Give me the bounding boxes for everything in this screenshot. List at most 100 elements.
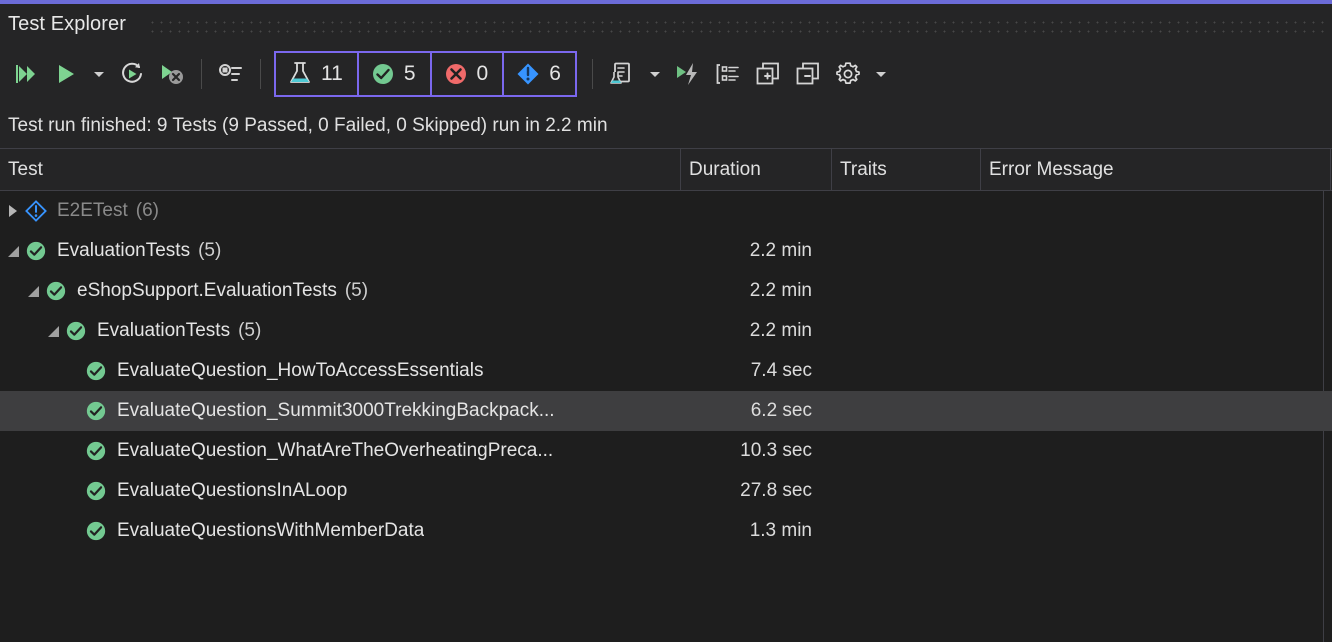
flask-icon [290, 62, 310, 83]
total-tests-counter[interactable]: 11 [276, 53, 359, 95]
test-run-status-text: Test run finished: 9 Tests (9 Passed, 0 … [8, 114, 608, 136]
table-row[interactable]: EvaluateQuestion_WhatAreTheOverheatingPr… [0, 431, 1332, 471]
cell-error-message [981, 351, 1332, 391]
expander-collapsed-icon[interactable] [2, 191, 24, 231]
column-header-duration[interactable]: Duration [681, 149, 832, 190]
run-all-icon [16, 65, 35, 83]
expander-expanded-icon[interactable] [2, 231, 24, 271]
expander-expanded-icon[interactable] [22, 271, 44, 311]
table-row[interactable]: EvaluateQuestion_Summit3000TrekkingBackp… [0, 391, 1332, 431]
passed-tests-value: 5 [403, 62, 416, 85]
cell-error-message [981, 431, 1332, 471]
check-circle-icon [66, 321, 86, 341]
info-diamond-icon [517, 63, 539, 85]
toolbar-separator-2 [260, 59, 261, 89]
table-row[interactable]: EvaluateQuestionsWithMemberData 1.3 min [0, 511, 1332, 551]
cell-duration: 2.2 min [749, 320, 812, 341]
cell-test: EvaluationTests (5) [0, 311, 681, 351]
failed-tests-counter[interactable]: 0 [431, 53, 505, 95]
cell-traits [832, 431, 981, 471]
table-row[interactable]: E2ETest (6) [0, 191, 1332, 231]
test-name: eShopSupport.EvaluationTests [77, 280, 337, 301]
cancel-run-button[interactable] [152, 52, 192, 96]
check-circle-icon [84, 479, 108, 503]
notrun-tests-counter[interactable]: 6 [504, 53, 575, 95]
cell-duration: 27.8 sec [740, 480, 812, 501]
column-header-error-message[interactable]: Error Message [981, 149, 1331, 190]
table-row[interactable]: EvaluateQuestion_HowToAccessEssentials 7.… [0, 351, 1332, 391]
run-dropdown-button[interactable] [86, 52, 112, 96]
run-button[interactable] [46, 52, 86, 96]
repeat-run-icon [122, 62, 142, 83]
settings-button[interactable] [828, 52, 868, 96]
cell-error-message [981, 311, 1332, 351]
cell-traits [832, 391, 981, 431]
cell-duration [681, 191, 832, 231]
table-row[interactable]: EvaluationTests (5) 2.2 min [0, 231, 1332, 271]
test-name: EvaluateQuestion_WhatAreTheOverheatingPr… [117, 440, 554, 461]
cell-error-message [981, 471, 1332, 511]
passed-tests-counter[interactable]: 5 [358, 53, 432, 95]
check-circle-icon [372, 64, 393, 84]
playlist-button[interactable] [211, 52, 251, 96]
collapse-all-button[interactable] [788, 52, 828, 96]
test-detail-dropdown[interactable] [642, 52, 668, 96]
expander-expanded-icon[interactable] [42, 311, 64, 351]
check-circle-icon [86, 441, 106, 461]
column-header-test[interactable]: Test [0, 149, 681, 190]
table-row[interactable]: EvaluationTests (5) 2.2 min [0, 311, 1332, 351]
cell-test: EvaluateQuestionsInALoop [0, 471, 681, 511]
test-run-status: Test run finished: 9 Tests (9 Passed, 0 … [0, 103, 1332, 148]
table-row[interactable]: EvaluateQuestionsInALoop 27.8 sec [0, 471, 1332, 511]
cell-traits [832, 271, 981, 311]
grid-header: Test Duration Traits Error Message [0, 148, 1332, 191]
test-name: EvaluateQuestion_Summit3000TrekkingBackp… [117, 400, 555, 421]
test-explorer-window: Test Explorer 11 5 0 6 Test run finished… [0, 0, 1332, 642]
cell-error-message [981, 511, 1332, 551]
column-header-traits[interactable]: Traits [832, 149, 981, 190]
table-row[interactable]: eShopSupport.EvaluationTests (5) 2.2 min [0, 271, 1332, 311]
notrun-tests-value: 6 [549, 62, 561, 85]
chevron-down-icon [94, 71, 104, 77]
check-circle-icon [26, 241, 46, 261]
toolbar-separator-3 [591, 59, 593, 89]
failed-tests-value: 0 [476, 62, 489, 85]
repeat-last-run-button[interactable] [112, 52, 152, 96]
cell-error-message [981, 231, 1332, 271]
check-circle-icon [44, 279, 68, 303]
window-drag-gripper[interactable] [148, 15, 1328, 34]
cell-test: EvaluationTests (5) [0, 231, 681, 271]
check-circle-icon [86, 361, 106, 381]
expand-all-button[interactable] [748, 52, 788, 96]
test-name: EvaluateQuestionsWithMemberData [117, 520, 425, 541]
cell-traits [832, 191, 981, 231]
test-detail-summary-button[interactable] [602, 52, 642, 96]
run-all-tests-button[interactable] [6, 52, 46, 96]
check-circle-icon [64, 319, 88, 343]
check-circle-icon [84, 519, 108, 543]
chevron-down-icon [875, 71, 886, 77]
cell-test: EvaluateQuestion_WhatAreTheOverheatingPr… [0, 431, 681, 471]
settings-dropdown[interactable] [868, 52, 894, 96]
stop-run-icon [162, 65, 183, 84]
cell-error-message [981, 271, 1332, 311]
cell-error-message [981, 191, 1332, 231]
test-name: EvaluateQuestionsInALoop [117, 480, 348, 501]
group-by-button[interactable] [708, 52, 748, 96]
test-count: (5) [238, 320, 262, 341]
cell-duration: 6.2 sec [750, 400, 812, 421]
cell-traits [832, 311, 981, 351]
live-unit-testing-button[interactable] [668, 52, 708, 96]
check-circle-icon [84, 399, 108, 423]
cell-traits [832, 511, 981, 551]
cell-traits [832, 471, 981, 511]
test-document-icon [610, 62, 630, 84]
cell-test: EvaluateQuestion_Summit3000TrekkingBackp… [0, 391, 681, 431]
test-counters: 11 5 0 6 [274, 51, 577, 97]
check-circle-icon [24, 239, 48, 263]
toolbar: 11 5 0 6 [0, 45, 1332, 103]
check-circle-icon [84, 359, 108, 383]
total-tests-value: 11 [321, 62, 343, 85]
cell-traits [832, 351, 981, 391]
cell-duration: 1.3 min [749, 520, 812, 541]
